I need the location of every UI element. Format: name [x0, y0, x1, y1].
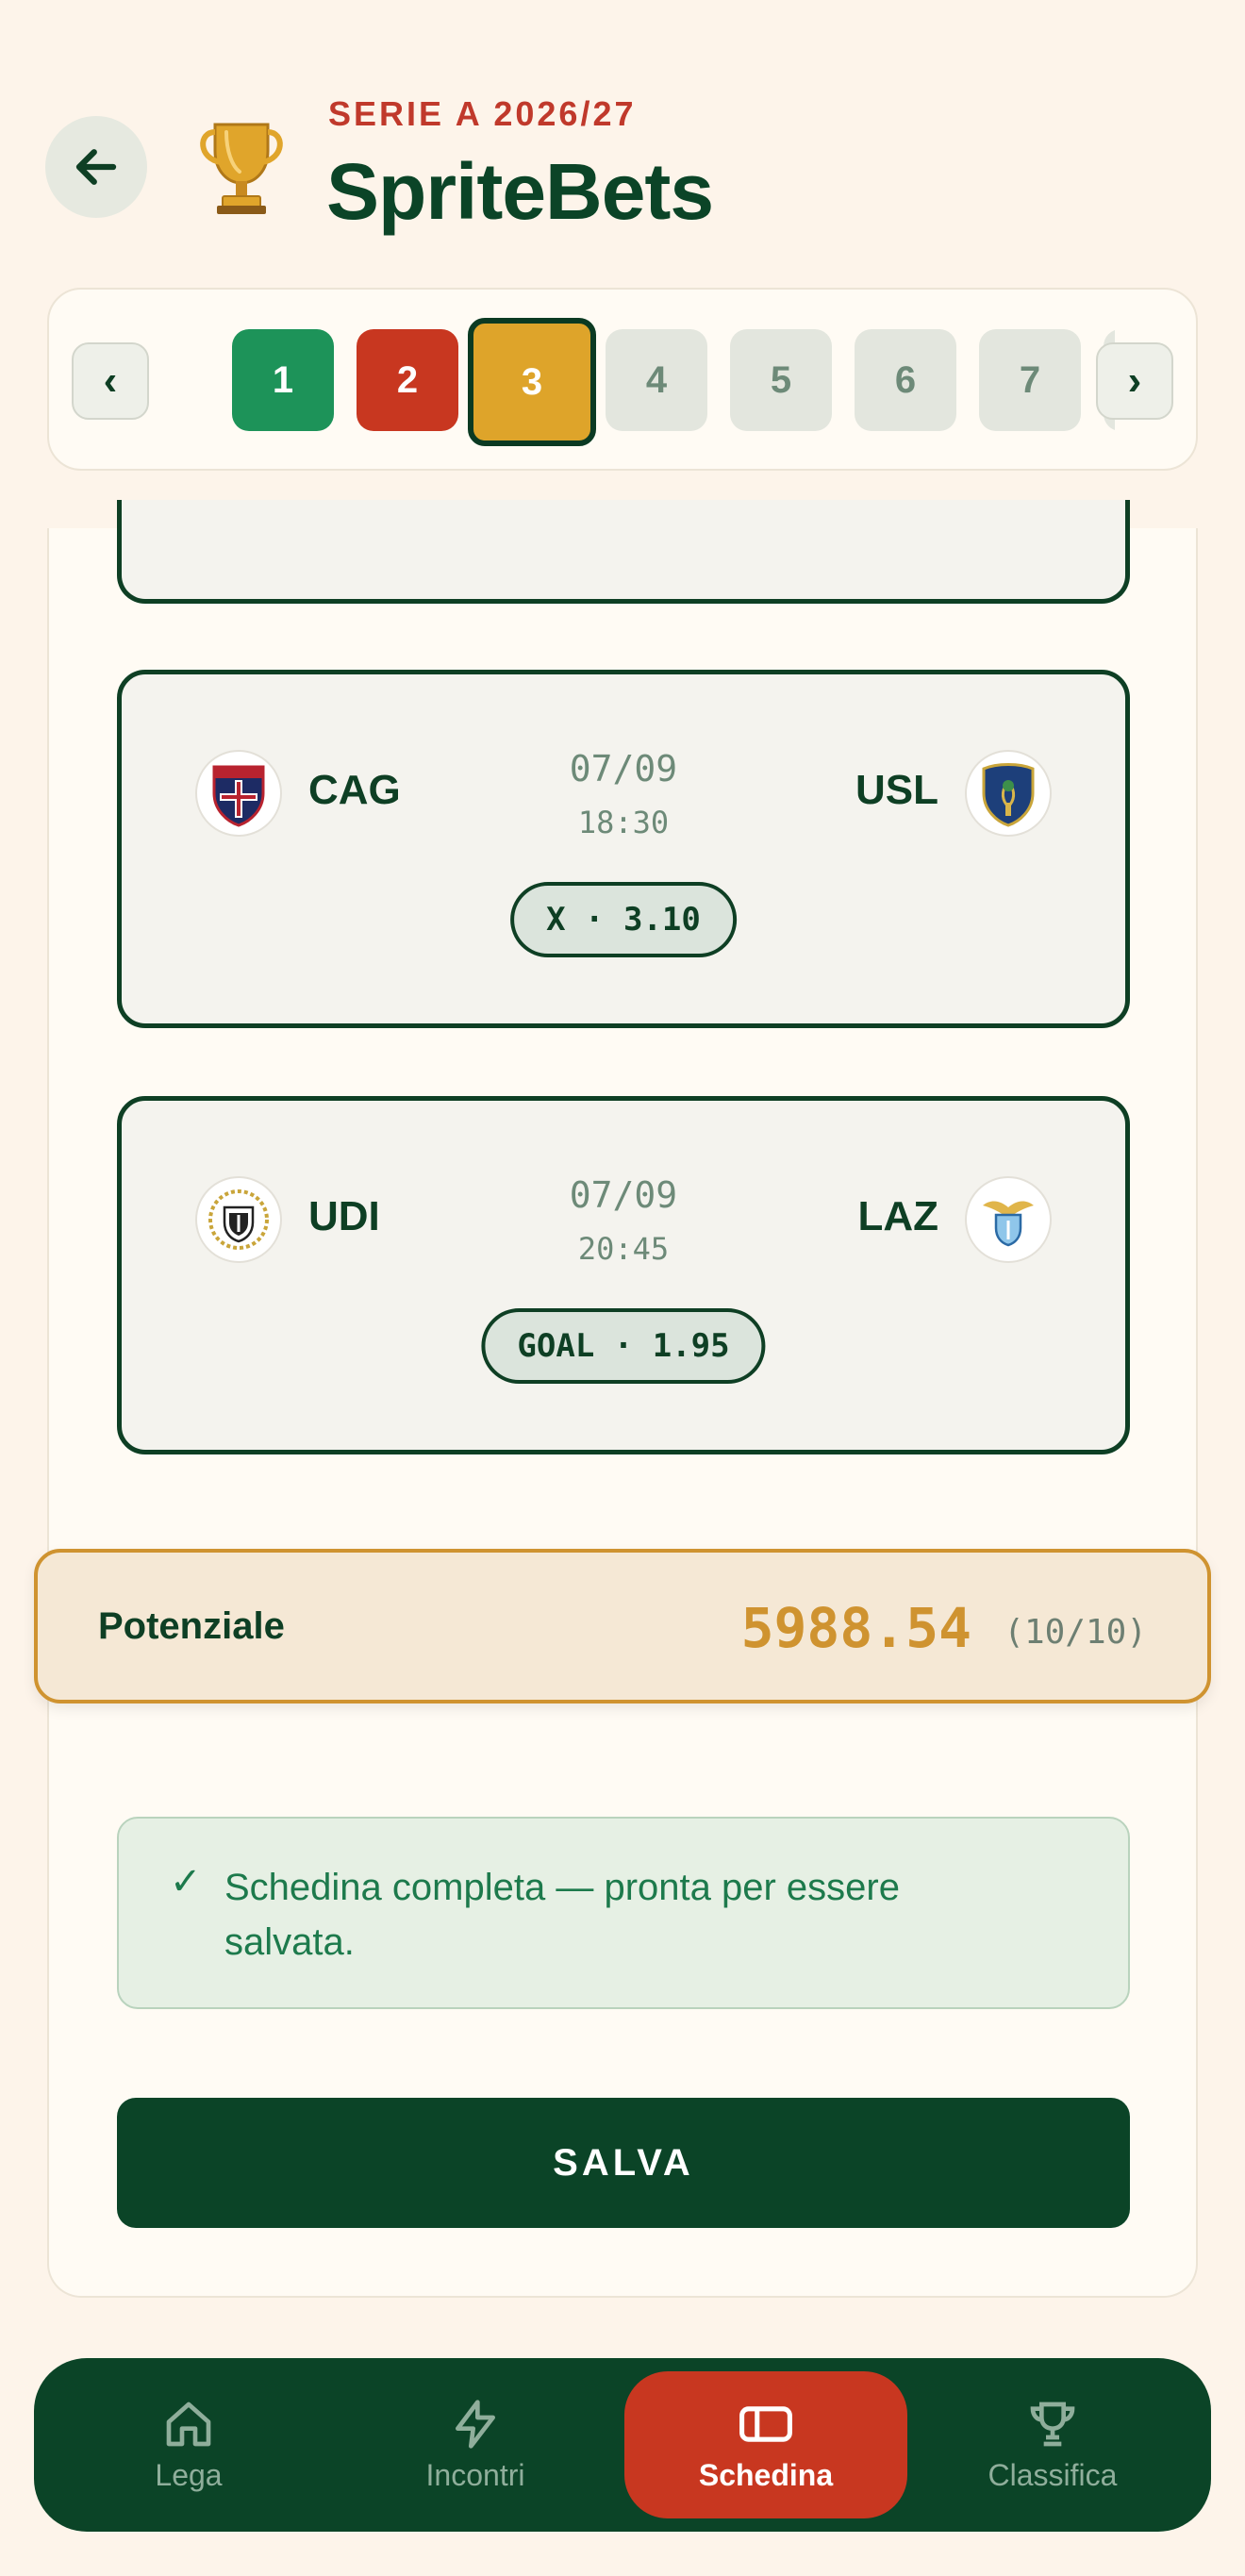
away-team-code: LAZ: [857, 1193, 938, 1239]
potential-bar: Potenziale 5988.54 (10/10): [34, 1549, 1211, 1703]
matchday-slot[interactable]: 7: [979, 329, 1081, 431]
chevron-right-icon: ›: [1127, 357, 1142, 404]
chevron-left-icon: ‹: [103, 357, 118, 404]
matchday-selector: ‹ 1 2 3 4 5 6 7 ›: [47, 288, 1198, 471]
app-title: SpriteBets: [326, 147, 714, 236]
match-card[interactable]: UDI 07/09 20:45 LAZ GOAL · 1.95: [117, 1096, 1130, 1454]
pick-chip[interactable]: X · 3.10: [510, 882, 737, 957]
matchday-slot[interactable]: 6: [855, 329, 956, 431]
nav-label: Classifica: [988, 2457, 1118, 2492]
save-button[interactable]: SALVA: [117, 2098, 1130, 2228]
away-team-code: USL: [855, 767, 938, 813]
trophy-icon: [1030, 2401, 1075, 2446]
lazio-crest-icon: [965, 1176, 1052, 1263]
ticket-icon: [739, 2405, 792, 2442]
bottom-nav: Lega Incontri Schedina Classifica: [34, 2358, 1211, 2532]
matchday-slot-active[interactable]: 3: [468, 318, 596, 446]
arrow-left-icon: [75, 149, 117, 185]
notice-text: Schedina completa — pronta per essere sa…: [224, 1867, 900, 1963]
home-icon: [166, 2401, 211, 2446]
league-label: SERIE A 2026/27: [328, 94, 637, 133]
check-icon: ✓: [170, 1861, 202, 1903]
completion-notice: ✓ Schedina completa — pronta per essere …: [117, 1817, 1130, 2009]
matchday-track: 1 2 3 4 5 6 7: [183, 290, 1115, 469]
ticket-panel: CAG 07/09 18:30 USL X · 3.10 UDI 07/09 2…: [47, 500, 1198, 2298]
match-card-partial[interactable]: [117, 500, 1130, 604]
matchday-slot[interactable]: 4: [606, 329, 707, 431]
match-card[interactable]: CAG 07/09 18:30 USL X · 3.10: [117, 670, 1130, 1028]
trophy-icon: [194, 113, 289, 217]
matchday-slot[interactable]: 1: [232, 329, 334, 431]
nav-label: Schedina: [698, 2457, 834, 2492]
prev-matchday-button[interactable]: ‹: [72, 342, 149, 420]
matchday-slot[interactable]: 2: [357, 329, 458, 431]
matchday-slot[interactable]: 5: [730, 329, 832, 431]
potential-count: (10/10): [1004, 1613, 1147, 1652]
nav-item-classifica[interactable]: Classifica: [911, 2371, 1194, 2518]
pick-chip[interactable]: GOAL · 1.95: [481, 1308, 766, 1384]
nav-label: Incontri: [425, 2457, 525, 2492]
lightning-icon: [456, 2399, 495, 2449]
nav-item-incontri[interactable]: Incontri: [334, 2371, 617, 2518]
potential-label: Potenziale: [98, 1605, 285, 1647]
potential-value: 5988.54: [740, 1596, 971, 1660]
back-button[interactable]: [45, 116, 147, 218]
lecce-crest-icon: [965, 750, 1052, 837]
nav-label: Lega: [155, 2457, 223, 2492]
next-matchday-button[interactable]: ›: [1096, 342, 1173, 420]
nav-item-lega[interactable]: Lega: [47, 2371, 330, 2518]
nav-item-schedina[interactable]: Schedina: [624, 2371, 907, 2518]
